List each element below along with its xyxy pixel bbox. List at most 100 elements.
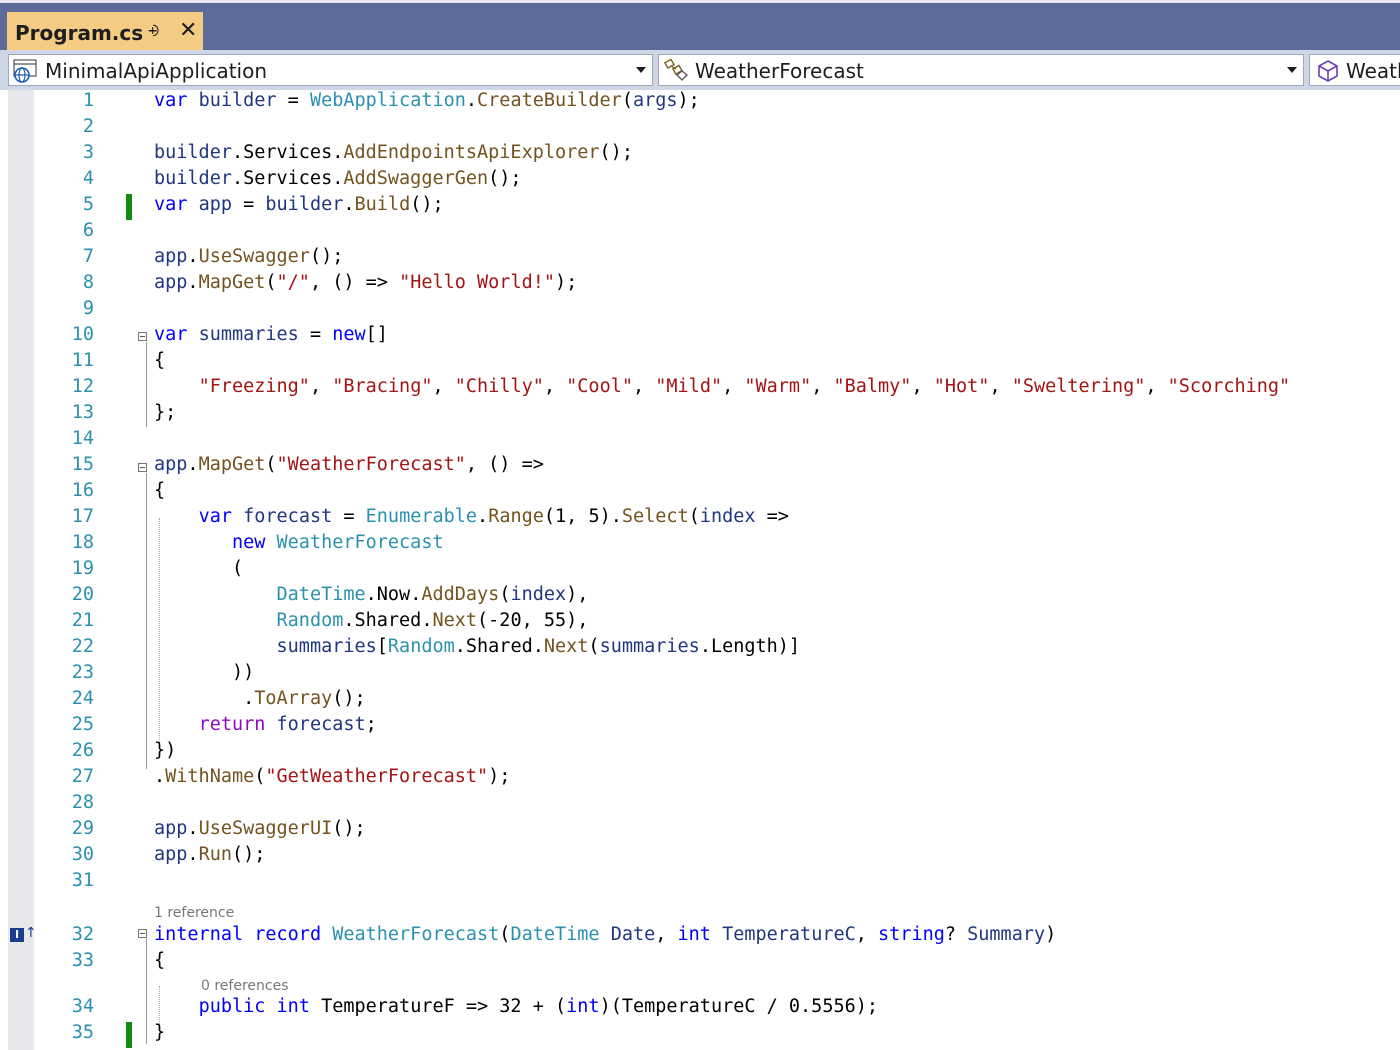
code-line[interactable]: 13}; bbox=[0, 400, 1400, 426]
line-number: 24 bbox=[71, 688, 94, 709]
tab-strip-top-border bbox=[0, 0, 1400, 3]
code-text[interactable]: .WithName("GetWeatherForecast"); bbox=[154, 764, 510, 790]
code-line[interactable]: 28 bbox=[0, 790, 1400, 816]
line-number: 17 bbox=[71, 506, 94, 527]
codelens-references[interactable]: 1 reference bbox=[154, 905, 234, 921]
code-text[interactable]: var forecast = Enumerable.Range(1, 5).Se… bbox=[154, 504, 789, 530]
member-dropdown-label: Weath bbox=[1346, 59, 1400, 83]
line-number: 18 bbox=[71, 532, 94, 553]
code-text[interactable]: ( bbox=[154, 556, 243, 582]
code-text[interactable]: app.MapGet("WeatherForecast", () => bbox=[154, 452, 544, 478]
code-text[interactable]: app.Run(); bbox=[154, 842, 265, 868]
code-line[interactable]: 5 var app = builder.Build(); bbox=[0, 192, 1400, 218]
code-text[interactable]: builder.Services.AddEndpointsApiExplorer… bbox=[154, 140, 633, 166]
code-text[interactable]: )) bbox=[154, 660, 254, 686]
code-text[interactable]: new WeatherForecast bbox=[154, 530, 444, 556]
code-text[interactable]: summaries[Random.Shared.Next(summaries.L… bbox=[154, 634, 801, 660]
code-text[interactable]: return forecast; bbox=[154, 712, 377, 738]
cube-icon bbox=[1316, 59, 1340, 87]
code-line[interactable]: 29 app.UseSwaggerUI(); bbox=[0, 816, 1400, 842]
code-line[interactable]: 24 .ToArray(); bbox=[0, 686, 1400, 712]
code-line[interactable]: 33 { bbox=[0, 948, 1400, 974]
code-text[interactable]: }; bbox=[154, 400, 176, 426]
code-text[interactable]: "Freezing", "Bracing", "Chilly", "Cool",… bbox=[154, 374, 1291, 400]
line-number: 16 bbox=[71, 480, 94, 501]
line-number: 1 bbox=[82, 90, 94, 111]
line-number: 3 bbox=[82, 142, 94, 163]
code-text[interactable]: builder.Services.AddSwaggerGen(); bbox=[154, 166, 522, 192]
code-line[interactable]: 27 .WithName("GetWeatherForecast"); bbox=[0, 764, 1400, 790]
code-text[interactable]: } bbox=[154, 1020, 165, 1046]
line-number: 25 bbox=[71, 714, 94, 735]
code-line[interactable]: 31 bbox=[0, 868, 1400, 894]
code-line[interactable]: 30 app.Run(); bbox=[0, 842, 1400, 868]
line-number: 23 bbox=[71, 662, 94, 683]
code-text[interactable]: .ToArray(); bbox=[154, 686, 366, 712]
line-number: 32 bbox=[71, 924, 94, 945]
code-line[interactable]: 23 )) bbox=[0, 660, 1400, 686]
code-text[interactable]: var builder = WebApplication.CreateBuild… bbox=[154, 88, 700, 114]
code-editor[interactable]: I ↑ 1 reference 0 references 1 var builde… bbox=[0, 90, 1400, 1050]
code-text[interactable]: app.MapGet("/", () => "Hello World!"); bbox=[154, 270, 577, 296]
code-line[interactable]: 12 "Freezing", "Bracing", "Chilly", "Coo… bbox=[0, 374, 1400, 400]
line-number: 15 bbox=[71, 454, 94, 475]
code-line[interactable]: 17 var forecast = Enumerable.Range(1, 5)… bbox=[0, 504, 1400, 530]
code-text[interactable]: { bbox=[154, 348, 165, 374]
code-line[interactable]: 20 DateTime.Now.AddDays(index), bbox=[0, 582, 1400, 608]
code-line[interactable]: 14 bbox=[0, 426, 1400, 452]
code-text[interactable]: }) bbox=[154, 738, 176, 764]
code-line[interactable]: 25 return forecast; bbox=[0, 712, 1400, 738]
codelens-references[interactable]: 0 references bbox=[201, 978, 289, 994]
code-line[interactable]: 22 summaries[Random.Shared.Next(summarie… bbox=[0, 634, 1400, 660]
code-line[interactable]: 18 new WeatherForecast bbox=[0, 530, 1400, 556]
code-text[interactable]: { bbox=[154, 948, 165, 974]
line-number: 28 bbox=[71, 792, 94, 813]
code-line[interactable]: 19 ( bbox=[0, 556, 1400, 582]
line-number: 21 bbox=[71, 610, 94, 631]
code-line[interactable]: 32 internal record WeatherForecast(DateTi… bbox=[0, 922, 1400, 948]
code-line[interactable]: 34 public int TemperatureF => 32 + (int)… bbox=[0, 994, 1400, 1020]
code-text[interactable]: { bbox=[154, 478, 165, 504]
line-number: 12 bbox=[71, 376, 94, 397]
line-number: 6 bbox=[82, 220, 94, 241]
type-dropdown[interactable]: WeatherForecast bbox=[658, 54, 1304, 86]
code-line[interactable]: 16 { bbox=[0, 478, 1400, 504]
line-number: 35 bbox=[71, 1022, 94, 1043]
code-text[interactable]: public int TemperatureF => 32 + (int)(Te… bbox=[154, 994, 878, 1020]
code-line[interactable]: 15 app.MapGet("WeatherForecast", () => bbox=[0, 452, 1400, 478]
tab-title: Program.cs bbox=[15, 21, 144, 45]
close-icon[interactable]: ✕ bbox=[179, 18, 197, 43]
code-text[interactable]: var app = builder.Build(); bbox=[154, 192, 444, 218]
code-line[interactable]: 35} bbox=[0, 1020, 1400, 1046]
code-line[interactable]: 8 app.MapGet("/", () => "Hello World!"); bbox=[0, 270, 1400, 296]
code-line[interactable]: 7 app.UseSwagger(); bbox=[0, 244, 1400, 270]
line-number: 11 bbox=[71, 350, 94, 371]
code-text[interactable]: internal record WeatherForecast(DateTime… bbox=[154, 922, 1056, 948]
code-text[interactable]: var summaries = new[] bbox=[154, 322, 388, 348]
chevron-down-icon bbox=[1287, 67, 1297, 73]
member-dropdown[interactable]: Weath bbox=[1309, 54, 1400, 86]
code-line[interactable]: 21 Random.Shared.Next(-20, 55), bbox=[0, 608, 1400, 634]
line-number: 4 bbox=[82, 168, 94, 189]
code-line[interactable]: 10 var summaries = new[] bbox=[0, 322, 1400, 348]
code-line[interactable]: 4 builder.Services.AddSwaggerGen(); bbox=[0, 166, 1400, 192]
code-text[interactable]: app.UseSwaggerUI(); bbox=[154, 816, 366, 842]
line-number: 34 bbox=[71, 996, 94, 1017]
code-line[interactable]: 11 { bbox=[0, 348, 1400, 374]
code-text[interactable]: app.UseSwagger(); bbox=[154, 244, 343, 270]
code-line[interactable]: 26}) bbox=[0, 738, 1400, 764]
csharp-project-icon bbox=[13, 59, 39, 87]
project-dropdown[interactable]: MinimalApiApplication bbox=[8, 54, 653, 86]
code-line[interactable]: 2 bbox=[0, 114, 1400, 140]
code-line[interactable]: 3 builder.Services.AddEndpointsApiExplore… bbox=[0, 140, 1400, 166]
line-number: 5 bbox=[82, 194, 94, 215]
line-number: 22 bbox=[71, 636, 94, 657]
code-line[interactable]: 1 var builder = WebApplication.CreateBuil… bbox=[0, 88, 1400, 114]
code-text[interactable]: Random.Shared.Next(-20, 55), bbox=[154, 608, 589, 634]
tab-program-cs[interactable]: Program.cs ⨮ ✕ bbox=[7, 12, 203, 50]
code-line[interactable]: 6 bbox=[0, 218, 1400, 244]
code-line[interactable]: 9 bbox=[0, 296, 1400, 322]
line-number: 20 bbox=[71, 584, 94, 605]
pin-icon[interactable]: ⨮ bbox=[148, 21, 159, 41]
code-text[interactable]: DateTime.Now.AddDays(index), bbox=[154, 582, 589, 608]
